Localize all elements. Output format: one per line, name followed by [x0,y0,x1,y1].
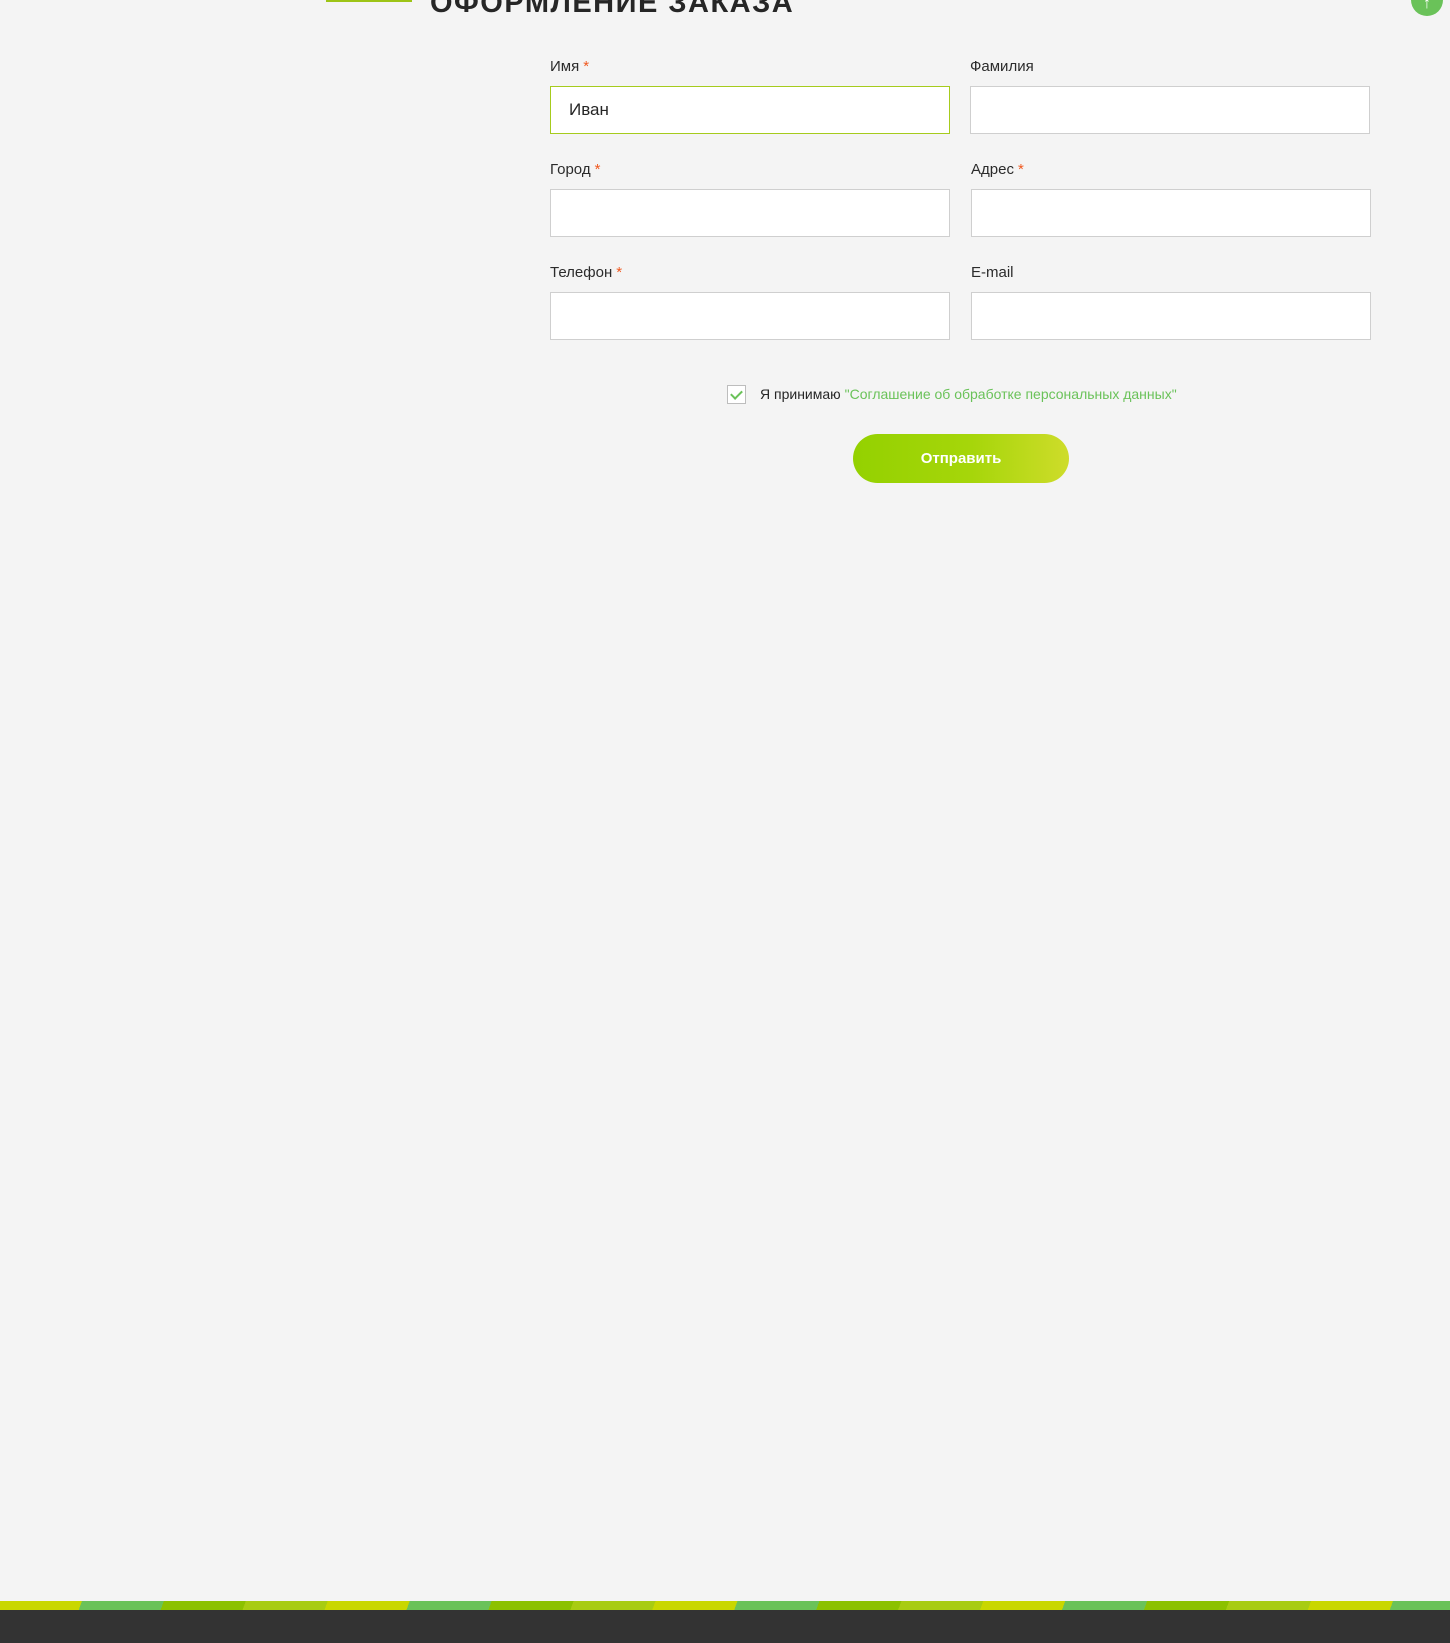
email-label: E-mail [971,264,1014,281]
arrow-up-icon: ↑ [1423,0,1431,12]
last-name-field: Фамилия [970,58,1370,134]
consent-row: Я принимаю "Соглашение об обработке перс… [727,384,1177,404]
title-accent-line [326,0,412,2]
city-input[interactable] [550,189,950,237]
last-name-input[interactable] [970,86,1370,134]
phone-field: Телефон * [550,264,950,340]
checkmark-icon [730,386,743,400]
email-input[interactable] [971,292,1371,340]
footer-stripe [0,1601,1450,1610]
consent-text: Я принимаю [760,386,841,402]
email-field: E-mail [971,264,1371,340]
required-asterisk: * [1017,161,1024,178]
first-name-input[interactable] [550,86,950,134]
submit-button[interactable]: Отправить [853,434,1069,483]
phone-input[interactable] [550,292,950,340]
city-label: Город * [550,161,601,178]
address-field: Адрес * [971,161,1371,237]
consent-checkbox[interactable] [727,384,746,404]
required-asterisk: * [583,58,590,75]
phone-label: Телефон * [550,264,623,281]
address-label: Адрес * [971,161,1024,178]
city-field: Город * [550,161,950,237]
personal-data-agreement-link[interactable]: "Соглашение об обработке персональных да… [845,386,1177,402]
required-asterisk: * [594,161,601,178]
scroll-to-top-button[interactable]: ↑ [1411,0,1443,16]
last-name-label: Фамилия [970,58,1034,75]
page-title: ОФОРМЛЕНИЕ ЗАКАЗА [430,0,795,19]
address-input[interactable] [971,189,1371,237]
required-asterisk: * [616,264,623,281]
footer [0,1610,1450,1643]
first-name-field: Имя * [550,58,950,134]
first-name-label: Имя * [550,58,590,75]
